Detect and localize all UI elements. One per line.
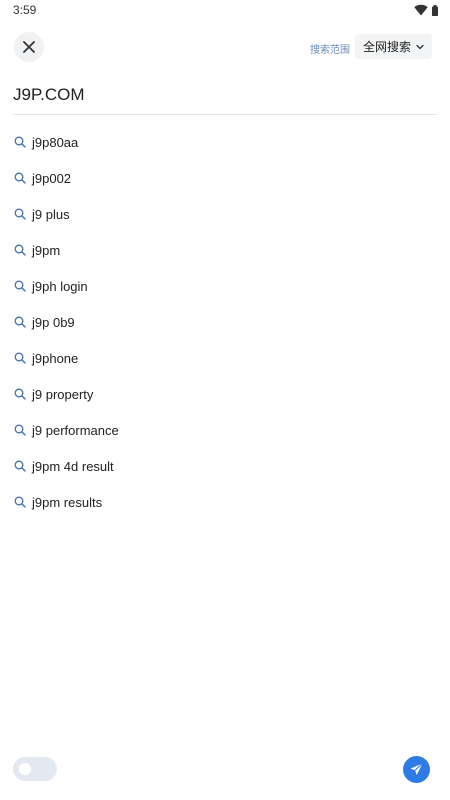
send-icon bbox=[410, 763, 423, 775]
suggestion-item[interactable]: j9pm results bbox=[0, 484, 450, 520]
search-icon bbox=[14, 280, 26, 292]
status-bar: 3:59 bbox=[0, 0, 450, 20]
status-icons bbox=[414, 4, 438, 16]
wifi-icon bbox=[414, 4, 428, 16]
suggestion-label: j9p002 bbox=[32, 170, 72, 186]
suggestion-label: j9phone bbox=[32, 350, 79, 366]
search-icon bbox=[14, 208, 26, 220]
search-icon bbox=[14, 172, 26, 184]
close-icon bbox=[23, 41, 35, 53]
suggestion-item[interactable]: j9 plus bbox=[0, 196, 450, 232]
suggestion-item[interactable]: j9pm 4d result bbox=[0, 448, 450, 484]
suggestion-item[interactable]: j9ph login bbox=[0, 268, 450, 304]
search-icon bbox=[14, 424, 26, 436]
send-button[interactable] bbox=[403, 756, 430, 783]
search-icon bbox=[14, 460, 26, 472]
status-time: 3:59 bbox=[13, 3, 37, 17]
scope-label: 搜索范围 bbox=[310, 45, 350, 56]
screen: 3:59 搜索范围 全网搜索 j9p80aa j9p00 bbox=[0, 0, 450, 800]
suggestion-label: j9p 0b9 bbox=[32, 314, 75, 330]
suggestion-label: j9ph login bbox=[32, 278, 88, 294]
suggestion-item[interactable]: j9phone bbox=[0, 340, 450, 376]
search-icon bbox=[14, 496, 26, 508]
suggestion-list: j9p80aa j9p002 j9 plus j9pm j9ph login j… bbox=[0, 124, 450, 520]
suggestion-item[interactable]: j9p002 bbox=[0, 160, 450, 196]
suggestion-label: j9 performance bbox=[32, 422, 119, 438]
mode-toggle[interactable] bbox=[13, 757, 57, 781]
scope-select[interactable]: 全网搜索 bbox=[354, 34, 432, 59]
suggestion-item[interactable]: j9 performance bbox=[0, 412, 450, 448]
search-icon bbox=[14, 244, 26, 256]
suggestion-item[interactable]: j9pm bbox=[0, 232, 450, 268]
toggle-knob bbox=[19, 763, 31, 775]
suggestion-label: j9 property bbox=[32, 386, 94, 402]
search-icon bbox=[14, 316, 26, 328]
suggestion-label: j9pm results bbox=[32, 494, 103, 510]
suggestion-item[interactable]: j9p 0b9 bbox=[0, 304, 450, 340]
suggestion-item[interactable]: j9 property bbox=[0, 376, 450, 412]
suggestion-label: j9pm bbox=[32, 242, 61, 258]
search-icon bbox=[14, 136, 26, 148]
search-icon bbox=[14, 388, 26, 400]
close-button[interactable] bbox=[14, 32, 44, 62]
search-icon bbox=[14, 352, 26, 364]
suggestion-label: j9pm 4d result bbox=[32, 458, 114, 474]
chevron-down-icon bbox=[416, 44, 424, 49]
battery-icon bbox=[432, 4, 438, 16]
suggestion-label: j9p80aa bbox=[32, 134, 79, 150]
suggestion-item[interactable]: j9p80aa bbox=[0, 124, 450, 160]
suggestion-label: j9 plus bbox=[32, 206, 70, 222]
scope-select-value: 全网搜索 bbox=[362, 40, 411, 54]
search-input[interactable] bbox=[13, 80, 437, 115]
